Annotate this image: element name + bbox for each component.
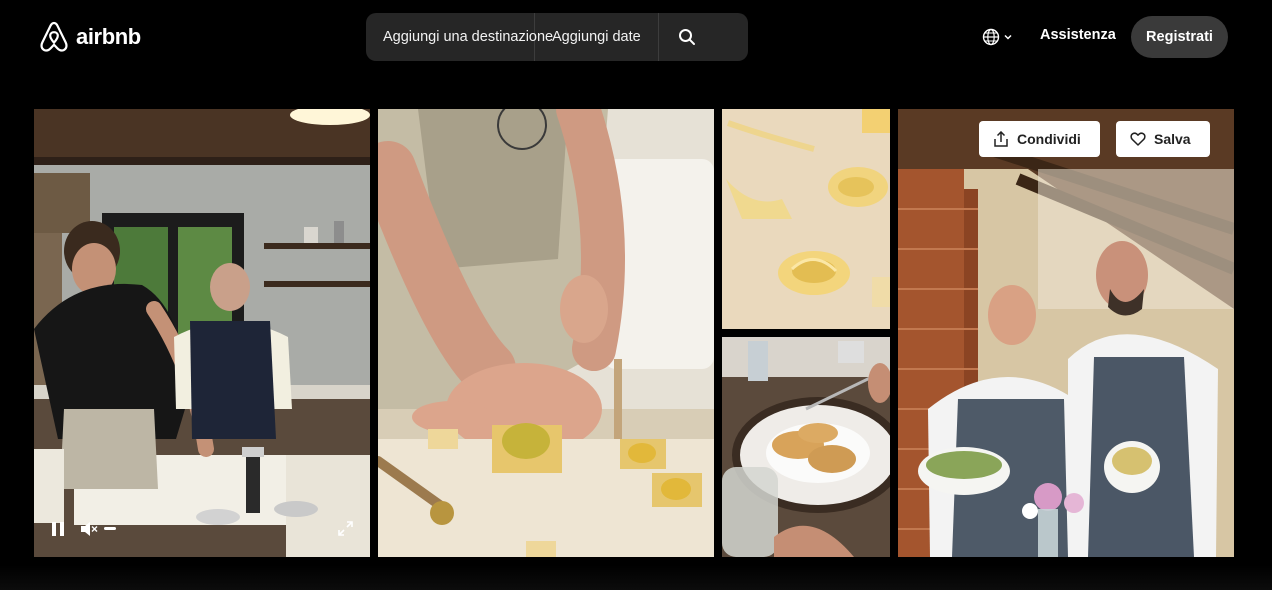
language-button[interactable]	[982, 24, 1013, 50]
airbnb-logo-icon	[40, 21, 68, 52]
top-header: airbnb Aggiungi una destinazione Aggiung…	[0, 0, 1272, 78]
tagliatelle-photo-image	[722, 109, 890, 329]
video-progress-bar[interactable]	[104, 527, 116, 530]
experience-page: airbnb Aggiungi una destinazione Aggiung…	[0, 0, 1272, 590]
search-icon	[678, 29, 695, 45]
search-bar: Aggiungi una destinazione Aggiungi date	[366, 13, 748, 61]
save-button-label: Salva	[1154, 131, 1191, 147]
ravioli-photo-image	[378, 109, 714, 557]
share-icon	[994, 131, 1008, 147]
share-button-label: Condividi	[1017, 131, 1081, 147]
tagliatelle-photo[interactable]	[722, 109, 890, 329]
fullscreen-icon[interactable]	[337, 520, 354, 537]
chefs-photo[interactable]: Condividi Salva	[898, 109, 1234, 557]
pause-icon[interactable]	[50, 521, 66, 537]
share-button[interactable]: Condividi	[979, 121, 1100, 157]
logo-text: airbnb	[76, 24, 141, 49]
video-tile[interactable]	[34, 109, 370, 557]
globe-icon	[982, 28, 1000, 46]
plate-photo-image	[722, 337, 890, 557]
register-button[interactable]: Registrati	[1131, 16, 1228, 58]
muted-icon[interactable]	[80, 521, 98, 537]
ravioli-photo[interactable]	[378, 109, 714, 557]
search-button[interactable]	[659, 13, 714, 61]
plate-photo[interactable]	[722, 337, 890, 557]
heart-icon	[1130, 132, 1146, 146]
page-bottom-edge	[0, 565, 1272, 590]
chevron-down-icon	[1004, 34, 1012, 40]
airbnb-logo[interactable]: airbnb	[38, 20, 141, 54]
dates-field[interactable]: Aggiungi date	[535, 13, 659, 61]
save-button[interactable]: Salva	[1116, 121, 1210, 157]
destination-field[interactable]: Aggiungi una destinazione	[366, 13, 553, 61]
help-link[interactable]: Assistenza	[1040, 27, 1116, 43]
cooking-class-video	[34, 109, 370, 557]
chefs-photo-image	[898, 109, 1234, 557]
